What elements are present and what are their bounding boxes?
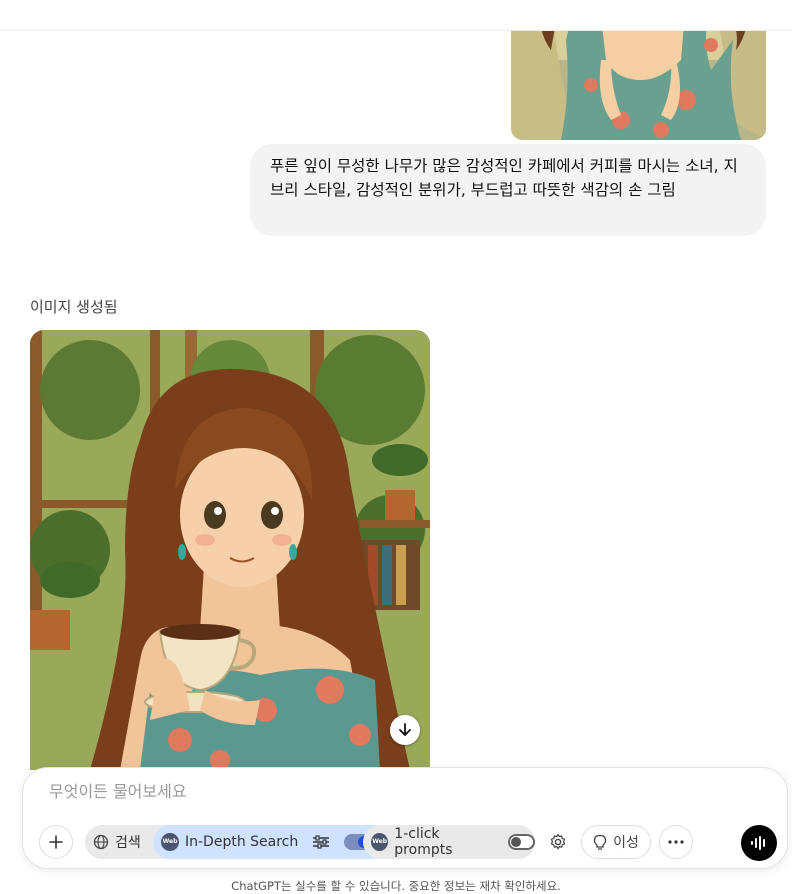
top-bar: [0, 0, 792, 31]
web-badge-icon: Web: [161, 833, 179, 851]
in-depth-search-label: In-Depth Search: [185, 834, 299, 850]
search-button-label: 검색: [115, 835, 141, 851]
one-click-prompts-switch[interactable]: [507, 834, 535, 850]
lightbulb-icon: [593, 834, 607, 850]
reason-label: 이성: [613, 835, 639, 851]
user-message-bubble: 푸른 잎이 무성한 나무가 많은 감성적인 카페에서 커피를 마시는 소녀, 지…: [250, 144, 766, 236]
one-click-prompts-label: 1-click prompts: [394, 826, 453, 858]
in-depth-search-toggle[interactable]: Web In-Depth Search: [153, 825, 389, 859]
settings-button[interactable]: [541, 825, 575, 859]
voice-icon: [751, 836, 765, 850]
globe-icon: [93, 834, 109, 850]
sliders-icon[interactable]: [312, 834, 330, 850]
generated-image-illustration: [30, 330, 430, 770]
more-options-button[interactable]: [659, 825, 693, 859]
gear-icon: [550, 833, 566, 850]
prompt-input[interactable]: [49, 782, 649, 801]
composer: 검색 Web In-Depth Search Web 1-click promp…: [22, 767, 788, 869]
reason-button[interactable]: 이성: [581, 825, 651, 859]
composer-toolbar: 검색 Web In-Depth Search Web 1-click promp…: [39, 825, 779, 861]
voice-mode-button[interactable]: [741, 825, 777, 861]
generated-image[interactable]: [30, 330, 430, 770]
switch-knob-off: [510, 837, 521, 847]
download-button[interactable]: [390, 715, 420, 745]
attach-button[interactable]: [39, 825, 73, 859]
web-badge-icon-2: Web: [371, 833, 389, 851]
download-icon: [399, 723, 411, 736]
more-icon: [668, 840, 684, 844]
plus-icon: [49, 835, 63, 849]
search-tool-group: 검색 Web In-Depth Search: [85, 825, 389, 859]
search-button[interactable]: 검색: [85, 832, 161, 852]
image-generated-label: 이미지 생성됨: [30, 298, 118, 316]
one-click-prompts-toggle[interactable]: Web 1-click prompts: [363, 825, 535, 859]
